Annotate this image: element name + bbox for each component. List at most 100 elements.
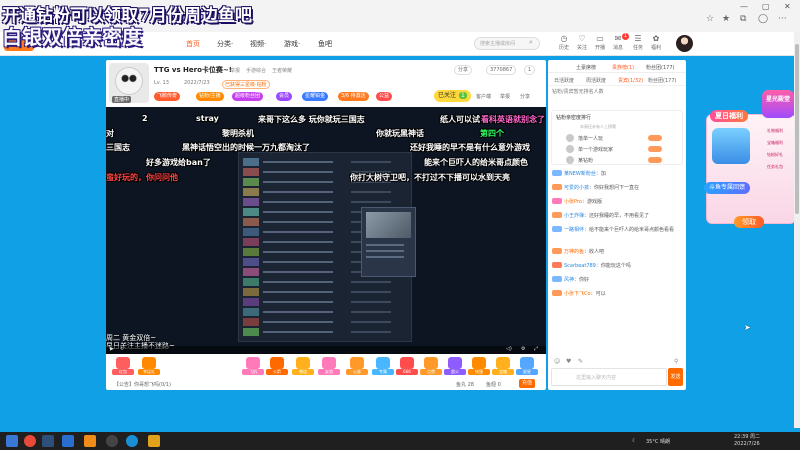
nav-category[interactable]: 分类· xyxy=(217,39,233,49)
promo-side-item[interactable]: 礼物福利 xyxy=(756,128,794,134)
color-danmaku-icon[interactable]: ✎ xyxy=(578,358,583,365)
promo-widget[interactable]: 夏日福利 星光殿堂 礼物福利 宝箱福利 钻粉好礼 任务礼包 斗鱼专属回馈 领取 xyxy=(704,90,796,250)
rank-fans[interactable]: 粉丝团(177) xyxy=(648,77,676,84)
nav-tool-任务[interactable]: ☰ 任务 xyxy=(630,34,646,51)
fan-badge-icon[interactable]: ♥ xyxy=(566,358,571,365)
gift-item[interactable]: 火箭 xyxy=(266,357,288,376)
game-tag[interactable]: 王者荣耀 xyxy=(272,67,292,74)
rank-row[interactable]: 落单一人玩 xyxy=(556,133,680,143)
claim-button[interactable]: 领取 xyxy=(734,216,764,228)
star-icon[interactable]: ☆ xyxy=(706,14,714,24)
gift-item[interactable]: 宝箱 xyxy=(492,357,514,376)
nav-home[interactable]: 首页 xyxy=(186,39,200,49)
gift-item[interactable]: 星星 xyxy=(516,357,538,376)
gift-item[interactable]: 幸运礼 xyxy=(138,357,160,376)
chat-username[interactable]: 风神 xyxy=(564,277,574,283)
close-icon[interactable]: ✕ xyxy=(784,2,791,11)
report-button[interactable]: 举报 xyxy=(500,93,510,100)
rank-row[interactable]: 某钻粉 xyxy=(556,155,680,165)
chat-username[interactable]: 小王炸弹 xyxy=(564,213,584,219)
nav-tool-历史[interactable]: ◷ 历史 xyxy=(556,34,572,51)
play-icon[interactable]: ▶ xyxy=(110,346,114,352)
gift-item[interactable]: 超火 xyxy=(444,357,466,376)
follow-button[interactable]: 已关注 1 xyxy=(434,90,471,102)
minimize-icon[interactable]: — xyxy=(740,2,748,11)
promo-side-item[interactable]: 任务礼包 xyxy=(756,164,794,170)
chat-username[interactable]: 某NEW新粉丝 xyxy=(564,171,596,177)
gift-item[interactable]: 友谊 xyxy=(318,357,340,376)
status-pill[interactable]: 公益 xyxy=(376,92,393,101)
profile-icon[interactable]: ◯ xyxy=(758,14,768,24)
announcement-text[interactable]: 【公告】你哥想飞吗(0/1) xyxy=(114,381,171,388)
rank-daily[interactable]: 日活跃度 xyxy=(554,77,574,84)
maximize-icon[interactable]: ▢ xyxy=(762,2,770,11)
nav-fishbar[interactable]: 鱼吧 xyxy=(318,39,332,49)
more-icon[interactable]: ··· xyxy=(778,14,787,24)
refresh-icon[interactable]: ↻ xyxy=(120,346,124,352)
collections-icon[interactable]: ⧉ xyxy=(740,14,746,24)
douyu-app-icon[interactable] xyxy=(84,435,96,447)
lock-icon[interactable]: ⚲ xyxy=(674,358,678,365)
favorites-icon[interactable]: ★ xyxy=(722,14,730,24)
nav-games[interactable]: 游戏· xyxy=(284,39,300,49)
status-pill[interactable]: 3/6 待激活 xyxy=(338,92,369,101)
rank-weekly[interactable]: 周活跃度 xyxy=(586,77,606,84)
promo-side-item[interactable]: 宝箱福利 xyxy=(756,140,794,146)
start-icon[interactable] xyxy=(6,435,18,447)
client-link[interactable]: 客户端 xyxy=(476,93,491,100)
gift-item[interactable]: 666 xyxy=(396,357,418,376)
tab-noble-list[interactable]: 贵族榜(1) xyxy=(612,64,634,71)
edge-icon[interactable] xyxy=(126,435,138,447)
share-link[interactable]: 分享 xyxy=(520,93,530,100)
nav-tool-开播[interactable]: ▭ 开播 xyxy=(592,34,608,51)
gift-item[interactable]: 帐篷 xyxy=(468,357,490,376)
report-link[interactable]: 举报 xyxy=(230,67,240,74)
status-pill[interactable]: 超级粉丝团 xyxy=(232,92,264,101)
recharge-button[interactable]: 充值 xyxy=(519,379,536,388)
promo-side-item[interactable]: 钻粉好礼 xyxy=(756,152,794,158)
gift-item[interactable]: 专属 xyxy=(372,357,394,376)
chat-username[interactable]: 一路相伴 xyxy=(564,227,584,233)
nav-tool-福利[interactable]: ✿ 福利 xyxy=(648,34,664,51)
nav-tool-关注[interactable]: ♡ 关注 xyxy=(574,34,590,51)
app-icon[interactable] xyxy=(62,435,74,447)
page-scrollbar[interactable] xyxy=(794,32,800,428)
browser-360-icon[interactable] xyxy=(24,435,36,447)
status-pill[interactable]: 钻粉/主播 xyxy=(196,92,224,101)
tab-fan-club[interactable]: 粉丝团(177) xyxy=(646,64,674,71)
chat-username[interactable]: 小张Pro xyxy=(564,199,582,205)
emoji-icon[interactable]: ☺ xyxy=(554,358,560,365)
gift-item[interactable]: 点赞 xyxy=(420,357,442,376)
rank-vip[interactable]: 贵宾(1/32) xyxy=(618,77,643,84)
video-player[interactable]: 2 stray 来哥下这么多 玩你就玩三国志 纸人可以试 看科英语就别念了对 黎明杀机 你就… xyxy=(106,107,546,354)
tab-rich-list[interactable]: 土豪席榜 xyxy=(576,64,596,71)
nav-video[interactable]: 视频· xyxy=(250,39,266,49)
streamer-avatar[interactable]: 直播中 xyxy=(109,63,149,103)
gift-item[interactable]: 飞机 xyxy=(242,357,264,376)
achievement-badge[interactable]: 已获得三星级·钻粉 xyxy=(222,80,270,89)
gift-item[interactable]: 赠送 xyxy=(292,357,314,376)
settings-icon[interactable]: ⚙ xyxy=(521,346,525,352)
fullscreen-icon[interactable]: ⤢ xyxy=(534,346,538,352)
chat-input[interactable]: 这里输入聊天内容 xyxy=(551,368,667,386)
status-pill[interactable]: 飞鹅传奇 xyxy=(154,92,181,101)
rank-row[interactable]: 单一个游戏玩家 xyxy=(556,144,680,154)
search-icon[interactable]: ⌕ xyxy=(529,38,533,47)
chat-username[interactable]: 万神的鱼 xyxy=(564,249,584,255)
category-tag[interactable]: 手游综合 xyxy=(246,67,266,74)
obs-icon[interactable] xyxy=(106,435,118,447)
send-button[interactable]: 发送 xyxy=(668,368,683,386)
folder-icon[interactable] xyxy=(148,435,160,447)
scrollbar-thumb[interactable] xyxy=(795,44,799,214)
gift-item[interactable]: 红包 xyxy=(112,357,134,376)
share-button[interactable]: 分享 xyxy=(454,65,473,75)
chat-username[interactable]: 小张下飞Co xyxy=(564,291,591,297)
steam-icon[interactable] xyxy=(42,435,54,447)
gift-item[interactable]: 心意 xyxy=(346,357,368,376)
status-pill[interactable]: 会员 xyxy=(276,92,293,101)
chat-username[interactable]: 可爱的小孩 xyxy=(564,185,589,191)
chat-username[interactable]: Scarbeat789 xyxy=(564,263,596,269)
user-avatar[interactable] xyxy=(676,35,693,52)
volume-icon[interactable]: ◁) xyxy=(506,346,512,352)
status-pill[interactable]: 星耀铂金 xyxy=(302,92,329,101)
